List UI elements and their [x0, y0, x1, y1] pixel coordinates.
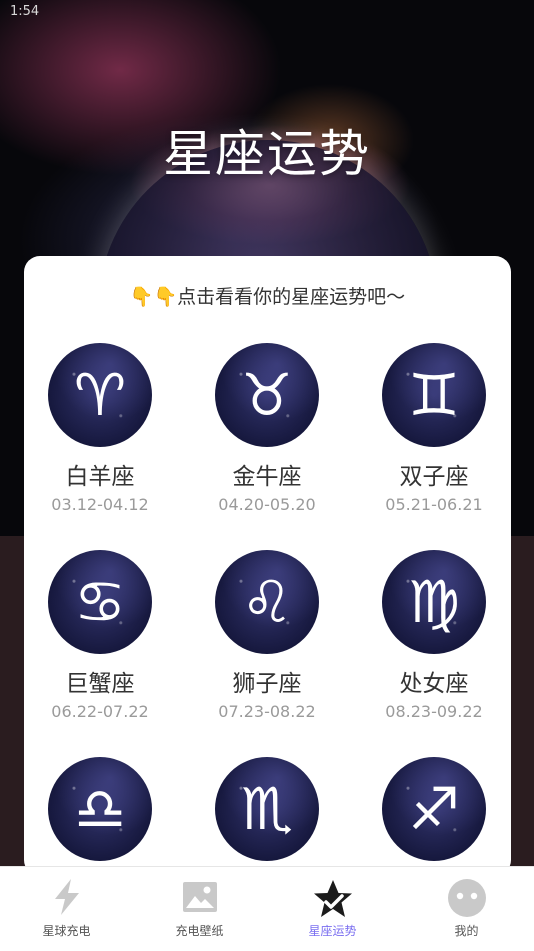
sign-name: 金牛座	[232, 464, 302, 490]
zodiac-scorpio[interactable]: ♏	[187, 757, 347, 861]
gemini-icon: ♊	[382, 343, 486, 447]
sign-dates: 05.21-06.21	[385, 495, 483, 514]
sign-name: 双子座	[399, 464, 469, 490]
sign-name: 白羊座	[65, 464, 135, 490]
sign-dates: 06.22-07.22	[51, 702, 149, 721]
status-bar-time: 1:54	[10, 4, 40, 19]
tab-profile[interactable]: 我的	[400, 867, 533, 951]
zodiac-aries[interactable]: ♈ 白羊座 03.12-04.12	[20, 343, 180, 514]
tab-horoscope[interactable]: 星座运势	[266, 867, 399, 951]
page-title: 星座运势	[163, 125, 371, 183]
tab-charging-wallpaper[interactable]: 充电壁纸	[133, 867, 266, 951]
sign-name: 处女座	[399, 671, 469, 697]
sign-dates: 07.23-08.22	[218, 702, 316, 721]
sign-name: 狮子座	[232, 671, 302, 697]
zodiac-gemini[interactable]: ♊ 双子座 05.21-06.21	[354, 343, 514, 514]
zodiac-leo[interactable]: ♌ 狮子座 07.23-08.22	[187, 550, 347, 721]
cancer-icon: ♋	[48, 550, 152, 654]
taurus-icon: ♉	[215, 343, 319, 447]
leo-icon: ♌	[215, 550, 319, 654]
sign-dates: 04.20-05.20	[218, 495, 316, 514]
zodiac-cancer[interactable]: ♋ 巨蟹座 06.22-07.22	[20, 550, 180, 721]
profile-face-icon	[446, 877, 488, 923]
prompt-text: 👇👇点击看看你的星座运势吧～	[129, 286, 406, 308]
tab-label: 星球充电	[42, 924, 91, 938]
zodiac-card: 👇👇点击看看你的星座运势吧～ ♈ 白羊座 03.12-04.12 ♉ 金牛座 0…	[24, 256, 511, 876]
libra-icon: ♎	[48, 757, 152, 861]
image-icon	[180, 877, 220, 921]
tab-planet-charge[interactable]: 星球充电	[0, 867, 133, 951]
zodiac-virgo[interactable]: ♍ 处女座 08.23-09.22	[354, 550, 514, 721]
zodiac-sagittarius[interactable]: ♐	[354, 757, 514, 861]
star-icon	[311, 877, 355, 925]
tab-label: 星座运势	[308, 924, 357, 938]
tab-label: 我的	[454, 924, 479, 938]
sign-dates: 08.23-09.22	[385, 702, 483, 721]
zodiac-libra[interactable]: ♎	[20, 757, 180, 861]
sign-dates: 03.12-04.12	[51, 495, 149, 514]
bottom-tab-bar: 星球充电 充电壁纸 星座运势 我的	[0, 866, 534, 951]
lightning-icon	[49, 877, 85, 921]
aries-icon: ♈	[48, 343, 152, 447]
scorpio-icon: ♏	[215, 757, 319, 861]
sign-name: 巨蟹座	[65, 671, 135, 697]
sagittarius-icon: ♐	[382, 757, 486, 861]
tab-label: 充电壁纸	[175, 924, 224, 938]
virgo-icon: ♍	[382, 550, 486, 654]
zodiac-taurus[interactable]: ♉ 金牛座 04.20-05.20	[187, 343, 347, 514]
